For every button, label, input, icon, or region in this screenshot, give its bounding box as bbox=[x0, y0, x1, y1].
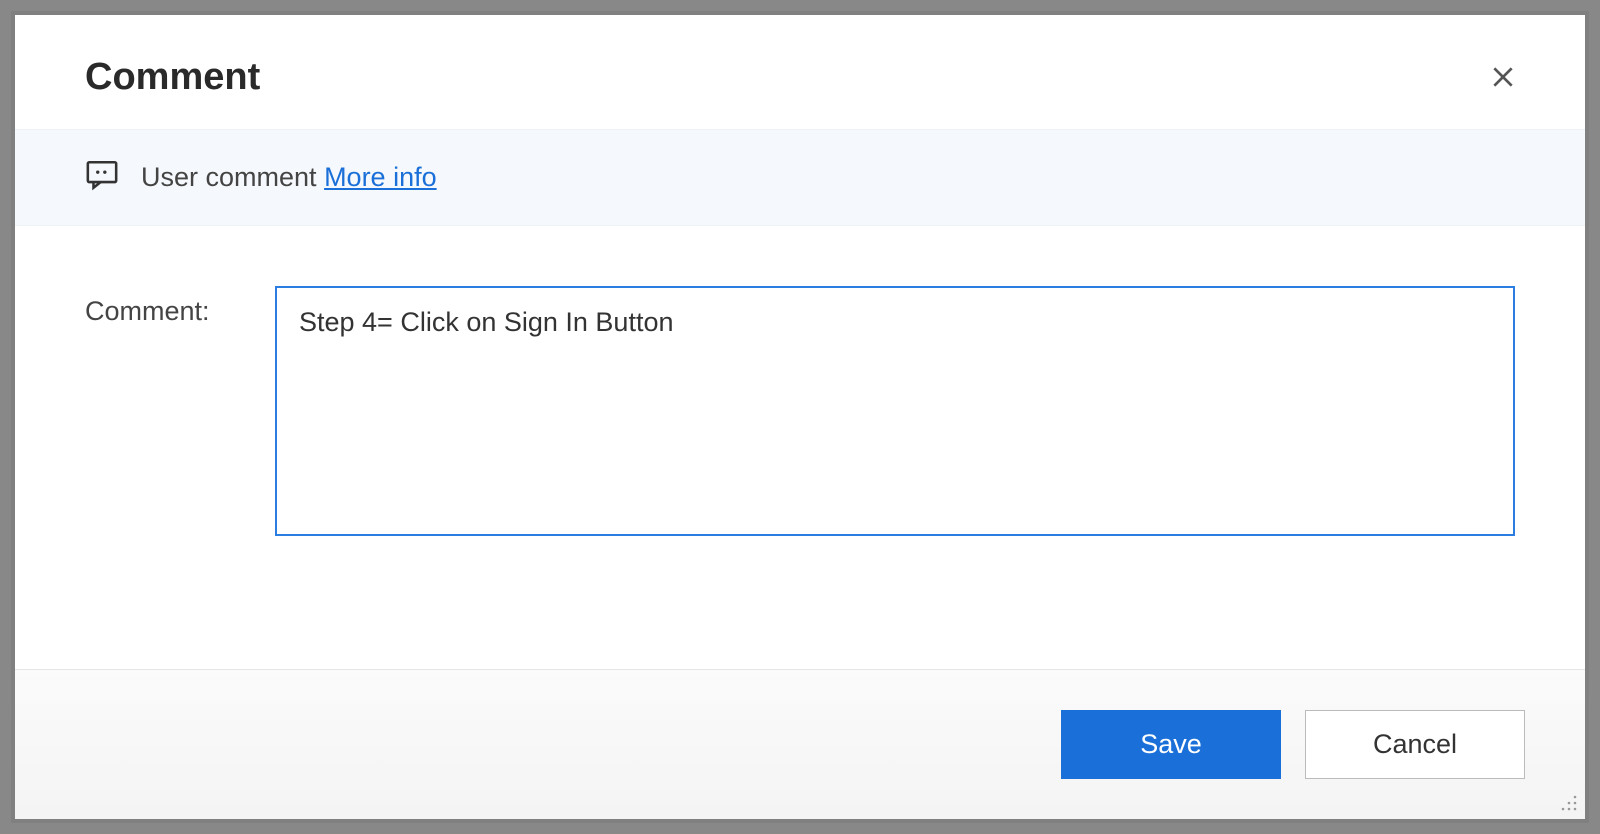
comment-textarea[interactable] bbox=[275, 286, 1515, 536]
dialog-footer: Save Cancel bbox=[15, 669, 1585, 819]
close-button[interactable] bbox=[1481, 55, 1525, 99]
comment-dialog: Comment User comment More info Comment: … bbox=[15, 15, 1585, 819]
more-info-link[interactable]: More info bbox=[324, 162, 437, 192]
banner-text: User comment More info bbox=[141, 162, 437, 193]
close-icon bbox=[1490, 64, 1516, 90]
dialog-body: Comment: bbox=[15, 226, 1585, 669]
dialog-header: Comment bbox=[15, 15, 1585, 129]
banner-label: User comment bbox=[141, 162, 317, 192]
dialog-title: Comment bbox=[85, 56, 260, 99]
comment-field-label: Comment: bbox=[85, 286, 225, 327]
info-banner: User comment More info bbox=[15, 129, 1585, 226]
save-button[interactable]: Save bbox=[1061, 710, 1281, 779]
cancel-button[interactable]: Cancel bbox=[1305, 710, 1525, 779]
resize-grip[interactable] bbox=[1559, 793, 1579, 813]
comment-bubble-icon bbox=[85, 158, 119, 197]
